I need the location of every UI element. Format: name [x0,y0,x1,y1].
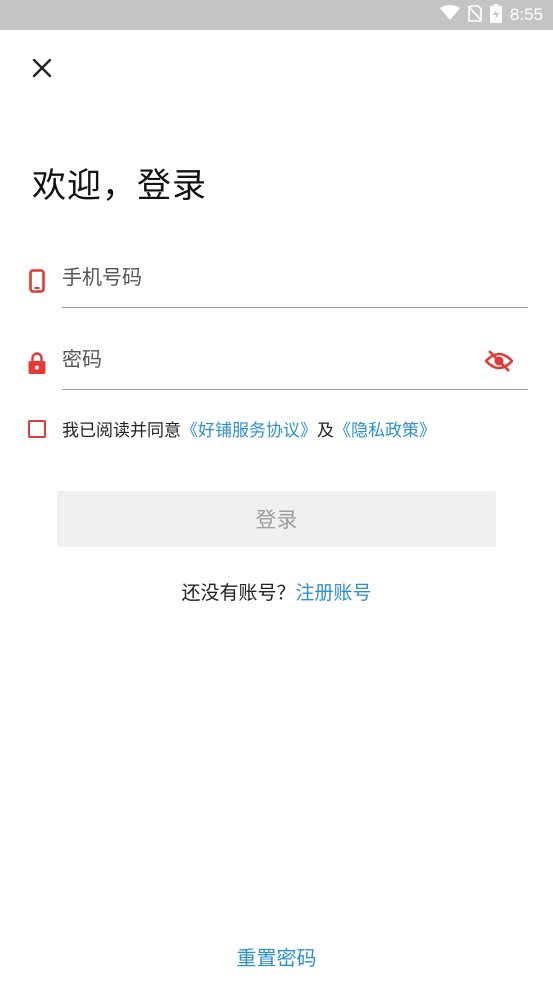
terms-link[interactable]: 《好铺服务协议》 [181,416,317,441]
lock-icon [28,350,46,376]
agreement-prefix: 我已阅读并同意 [62,421,181,441]
battery-charging-icon [489,3,502,27]
password-field [28,340,528,390]
page-title: 欢迎，登录 [32,166,207,206]
agreement-checkbox[interactable] [28,419,46,438]
no-sim-icon [467,4,483,26]
login-button[interactable]: 登录 [57,491,496,547]
status-icons: 8:55 [439,0,543,30]
phone-icon [28,268,46,294]
password-underline [62,389,528,390]
phone-field [28,258,528,308]
close-button[interactable] [28,56,56,84]
agreement-and: 及 [317,421,334,441]
privacy-link[interactable]: 《隐私政策》 [334,416,436,441]
phone-input[interactable] [62,258,492,296]
phone-underline [62,307,528,308]
close-icon [32,58,52,82]
register-row: 还没有账号？注册账号 [0,578,553,605]
status-bar: 8:55 [0,0,553,30]
eye-off-icon [484,350,514,376]
password-visibility-toggle[interactable] [484,348,514,378]
register-link[interactable]: 注册账号 [296,582,372,604]
password-input[interactable] [62,340,492,378]
reset-password-link[interactable]: 重置密码 [0,942,553,971]
agreement-row: 我已阅读并同意 《好铺服务协议》 及 《隐私政策》 [28,416,436,441]
status-time: 8:55 [509,5,543,24]
wifi-icon [439,5,460,25]
register-prompt: 还没有账号？ [181,582,296,604]
